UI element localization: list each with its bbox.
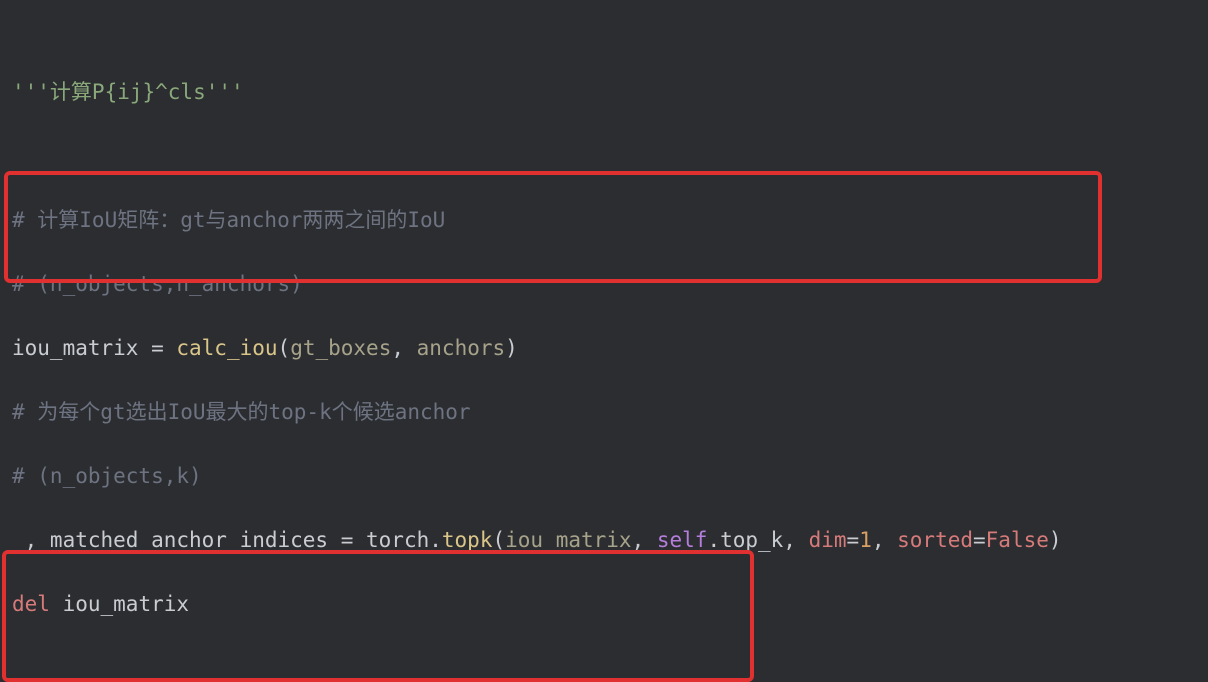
kwarg: sorted <box>897 528 973 552</box>
kwarg: dim <box>809 528 847 552</box>
identifier: iou_matrix <box>12 336 138 360</box>
code-editor[interactable]: '''计算P{ij}^cls''' # 计算IoU矩阵：gt与anchor两两之… <box>0 0 1208 682</box>
code-line-blank <box>12 652 1196 682</box>
sep: , <box>391 336 416 360</box>
sep: , <box>632 528 657 552</box>
code-line: del iou_matrix <box>12 588 1196 620</box>
arg: iou_matrix <box>505 528 631 552</box>
identifier: _, matched_anchor_indices <box>12 528 328 552</box>
code-line: _, matched_anchor_indices = torch.topk(i… <box>12 524 1196 556</box>
op: = <box>138 336 176 360</box>
const: False <box>986 528 1049 552</box>
arg: anchors <box>417 336 506 360</box>
identifier: iou_matrix <box>63 592 189 616</box>
code-line: # 为每个gt选出IoU最大的top-k个候选anchor <box>12 396 1196 428</box>
code-line: '''计算P{ij}^cls''' <box>12 76 1196 108</box>
comment: # 计算IoU矩阵：gt与anchor两两之间的IoU <box>12 208 445 232</box>
paren: ( <box>278 336 291 360</box>
arg: gt_boxes <box>290 336 391 360</box>
eq: = <box>847 528 860 552</box>
code-line: iou_matrix = calc_iou(gt_boxes, anchors) <box>12 332 1196 364</box>
code-line: # (n_objects,k) <box>12 460 1196 492</box>
comment: # (n_objects,k) <box>12 464 202 488</box>
docstring: '''计算P{ij}^cls''' <box>12 80 244 104</box>
comment: # (n_objects,n_anchors) <box>12 272 303 296</box>
space <box>50 592 63 616</box>
eq: = <box>973 528 986 552</box>
attr: .top_k <box>707 528 783 552</box>
code-line-blank <box>12 140 1196 172</box>
sep: , <box>783 528 808 552</box>
code-line: # 计算IoU矩阵：gt与anchor两两之间的IoU <box>12 204 1196 236</box>
code-line: # (n_objects,n_anchors) <box>12 268 1196 300</box>
sep: , <box>872 528 897 552</box>
keyword-del: del <box>12 592 50 616</box>
func-call: calc_iou <box>176 336 277 360</box>
number: 1 <box>859 528 872 552</box>
dot: . <box>429 528 442 552</box>
paren: ) <box>505 336 518 360</box>
func-call: topk <box>442 528 493 552</box>
comment: # 为每个gt选出IoU最大的top-k个候选anchor <box>12 400 471 424</box>
module: torch <box>366 528 429 552</box>
op: = <box>328 528 366 552</box>
paren: ) <box>1049 528 1062 552</box>
paren: ( <box>492 528 505 552</box>
self: self <box>657 528 708 552</box>
